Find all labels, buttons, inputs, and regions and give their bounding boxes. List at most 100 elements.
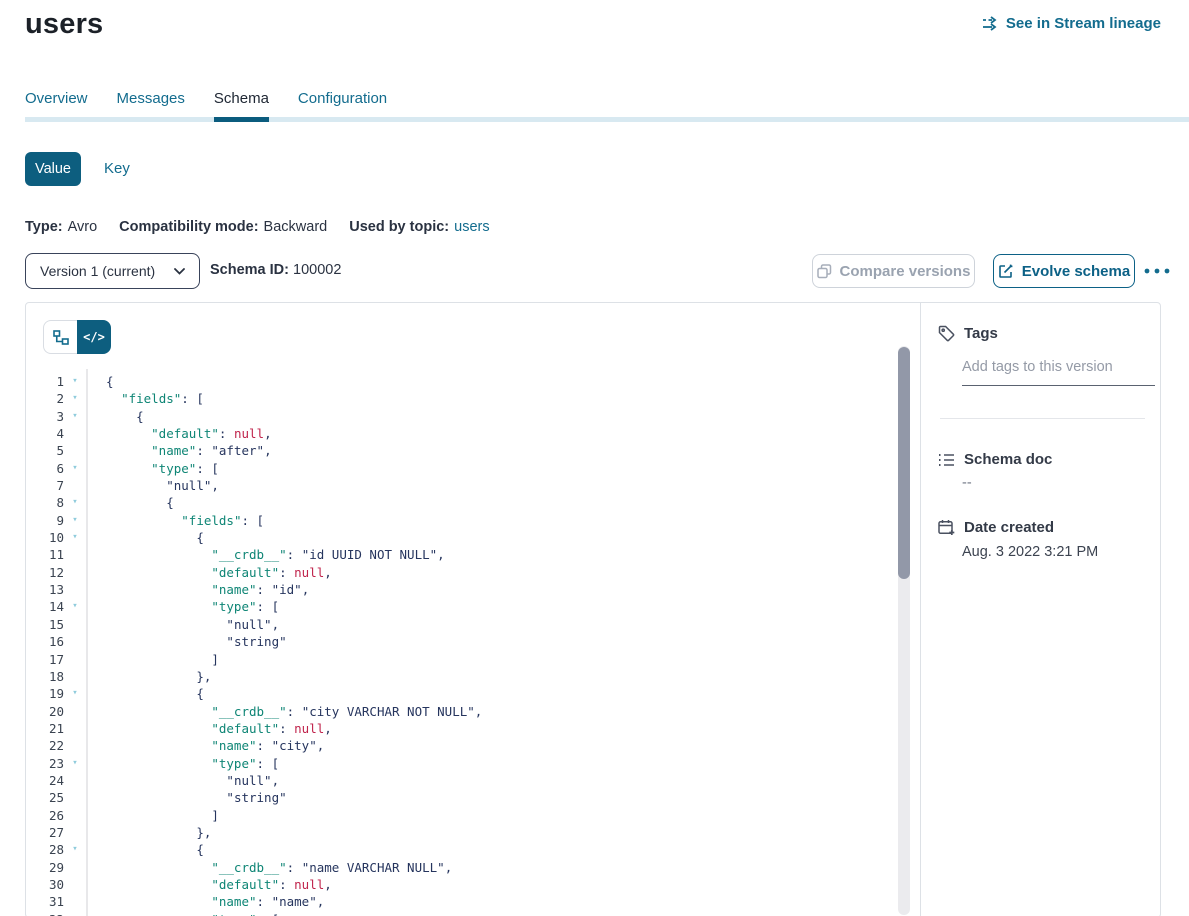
meta-label: Used by topic: bbox=[349, 219, 449, 235]
compare-versions-button[interactable]: Compare versions bbox=[812, 254, 975, 288]
code-line-row: 32▾ "type": [ bbox=[26, 911, 896, 916]
schema-editor: </> 1▾{2▾ "fields": [3▾ {4 "default": nu… bbox=[26, 303, 921, 916]
tab-schema[interactable]: Schema bbox=[214, 90, 269, 122]
fold-spacer bbox=[64, 616, 86, 633]
stream-lineage-icon bbox=[982, 16, 999, 31]
code-line-row: 2▾ "fields": [ bbox=[26, 390, 896, 407]
line-number: 23 bbox=[26, 755, 64, 772]
fold-arrow-icon[interactable]: ▾ bbox=[64, 373, 86, 390]
code-line-row: 11 "__crdb__": "id UUID NOT NULL", bbox=[26, 546, 896, 563]
calendar-plus-icon bbox=[938, 519, 955, 536]
code-line-text: ] bbox=[86, 651, 219, 668]
line-number: 28 bbox=[26, 841, 64, 858]
code-line-row: 7 "null", bbox=[26, 477, 896, 494]
fold-spacer bbox=[64, 737, 86, 754]
line-number: 20 bbox=[26, 703, 64, 720]
fold-arrow-icon[interactable]: ▾ bbox=[64, 755, 86, 772]
evolve-schema-button[interactable]: Evolve schema bbox=[993, 254, 1135, 288]
editor-view-toggle: </> bbox=[43, 320, 111, 354]
add-tags-input[interactable] bbox=[962, 355, 1155, 386]
fold-spacer bbox=[64, 442, 86, 459]
fold-arrow-icon[interactable]: ▾ bbox=[64, 911, 86, 916]
more-options-button[interactable] bbox=[1142, 261, 1172, 281]
fold-arrow-icon[interactable]: ▾ bbox=[64, 390, 86, 407]
code-line-text: "null", bbox=[86, 477, 219, 494]
edit-icon bbox=[998, 263, 1014, 279]
code-line-row: 21 "default": null, bbox=[26, 720, 896, 737]
sidebar-divider bbox=[940, 418, 1145, 419]
fold-arrow-icon[interactable]: ▾ bbox=[64, 460, 86, 477]
code-area: 1▾{2▾ "fields": [3▾ {4 "default": null,5… bbox=[26, 373, 896, 916]
line-number: 17 bbox=[26, 651, 64, 668]
code-line-row: 27 }, bbox=[26, 824, 896, 841]
fold-spacer bbox=[64, 772, 86, 789]
code-line-text: "name": "after", bbox=[86, 442, 272, 459]
code-line-text: "fields": [ bbox=[86, 390, 204, 407]
fold-spacer bbox=[64, 807, 86, 824]
value-tab-button[interactable]: Value bbox=[25, 152, 81, 186]
fold-spacer bbox=[64, 633, 86, 650]
tags-section-header: Tags bbox=[938, 325, 998, 342]
line-number: 9 bbox=[26, 512, 64, 529]
fold-arrow-icon[interactable]: ▾ bbox=[64, 512, 86, 529]
key-tab-button[interactable]: Key bbox=[104, 160, 130, 177]
fold-arrow-icon[interactable]: ▾ bbox=[64, 598, 86, 615]
code-line-row: 13 "name": "id", bbox=[26, 581, 896, 598]
line-number: 13 bbox=[26, 581, 64, 598]
code-view-button[interactable]: </> bbox=[77, 320, 111, 354]
line-number: 22 bbox=[26, 737, 64, 754]
code-line-row: 12 "default": null, bbox=[26, 564, 896, 581]
code-line-row: 28▾ { bbox=[26, 841, 896, 858]
code-line-text: { bbox=[86, 373, 114, 390]
fold-spacer bbox=[64, 720, 86, 737]
fold-arrow-icon[interactable]: ▾ bbox=[64, 841, 86, 858]
line-number: 8 bbox=[26, 494, 64, 511]
code-line-text: "__crdb__": "id UUID NOT NULL", bbox=[86, 546, 445, 563]
meta-pair: Used by topic: users bbox=[349, 219, 489, 235]
code-line-text: "type": [ bbox=[86, 755, 279, 772]
code-line-row: 9▾ "fields": [ bbox=[26, 512, 896, 529]
fold-spacer bbox=[64, 824, 86, 841]
stream-lineage-link[interactable]: See in Stream lineage bbox=[982, 15, 1161, 32]
page-title: users bbox=[25, 8, 103, 41]
code-line-text: "default": null, bbox=[86, 564, 332, 581]
line-number: 14 bbox=[26, 598, 64, 615]
code-line-row: 18 }, bbox=[26, 668, 896, 685]
line-number: 27 bbox=[26, 824, 64, 841]
code-line-text: "default": null, bbox=[86, 425, 272, 442]
editor-scrollbar-thumb[interactable] bbox=[898, 347, 910, 579]
line-number: 19 bbox=[26, 685, 64, 702]
code-line-text: { bbox=[86, 494, 174, 511]
schema-doc-value: -- bbox=[962, 475, 972, 491]
line-number: 10 bbox=[26, 529, 64, 546]
line-number: 4 bbox=[26, 425, 64, 442]
chevron-down-icon bbox=[174, 268, 185, 275]
fold-spacer bbox=[64, 564, 86, 581]
meta-label: Compatibility mode: bbox=[119, 219, 258, 235]
code-line-text: }, bbox=[86, 824, 211, 841]
topic-link[interactable]: users bbox=[454, 219, 489, 235]
tree-icon bbox=[53, 330, 69, 345]
code-line-row: 20 "__crdb__": "city VARCHAR NOT NULL", bbox=[26, 703, 896, 720]
fold-spacer bbox=[64, 789, 86, 806]
meta-value: Backward bbox=[264, 219, 328, 235]
fold-spacer bbox=[64, 703, 86, 720]
code-line-row: 5 "name": "after", bbox=[26, 442, 896, 459]
fold-spacer bbox=[64, 477, 86, 494]
code-line-text: "type": [ bbox=[86, 598, 279, 615]
code-line-row: 4 "default": null, bbox=[26, 425, 896, 442]
line-number: 12 bbox=[26, 564, 64, 581]
fold-arrow-icon[interactable]: ▾ bbox=[64, 408, 86, 425]
editor-scrollbar-track[interactable] bbox=[898, 346, 910, 915]
meta-value: Avro bbox=[68, 219, 98, 235]
version-select[interactable]: Version 1 (current) bbox=[25, 253, 200, 289]
code-line-text: ] bbox=[86, 807, 219, 824]
tree-view-button[interactable] bbox=[43, 320, 77, 354]
code-line-text: "type": [ bbox=[86, 911, 279, 916]
fold-arrow-icon[interactable]: ▾ bbox=[64, 529, 86, 546]
code-line-row: 6▾ "type": [ bbox=[26, 460, 896, 477]
fold-arrow-icon[interactable]: ▾ bbox=[64, 494, 86, 511]
line-number: 29 bbox=[26, 859, 64, 876]
code-line-row: 17 ] bbox=[26, 651, 896, 668]
fold-arrow-icon[interactable]: ▾ bbox=[64, 685, 86, 702]
